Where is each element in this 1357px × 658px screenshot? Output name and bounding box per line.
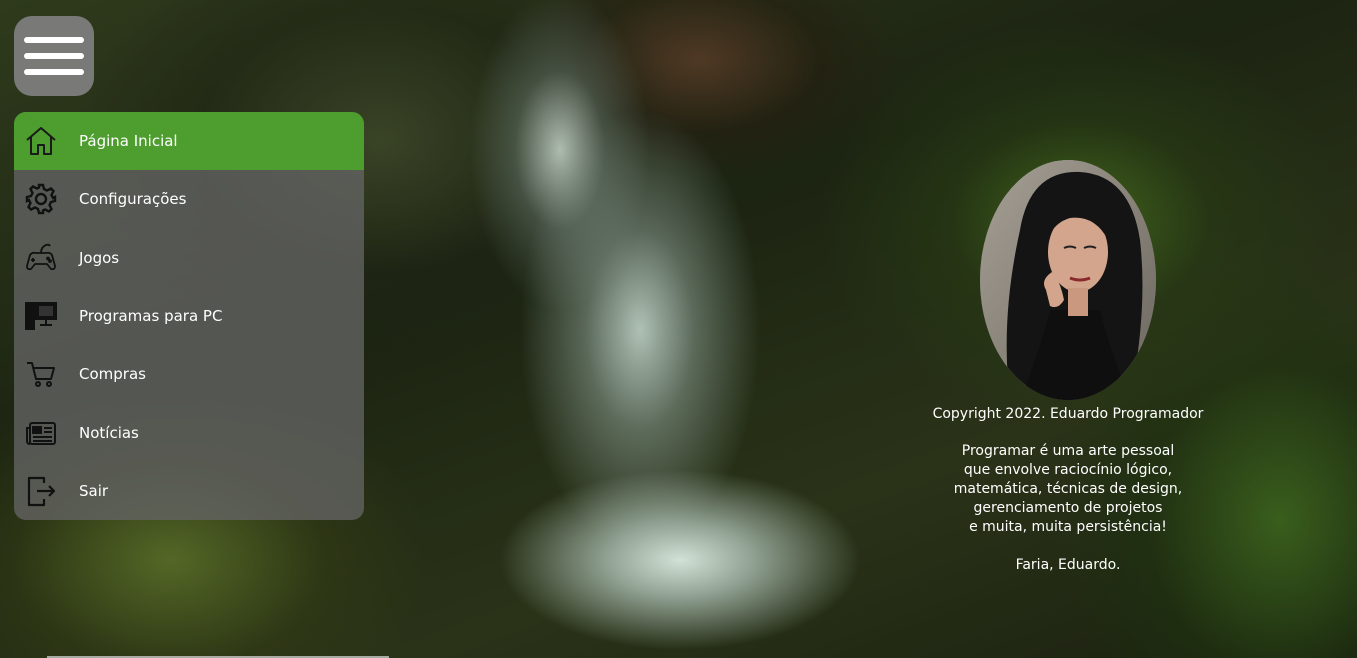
menu-item-label: Notícias — [79, 423, 139, 442]
menu-item-jogos[interactable]: Jogos — [14, 229, 364, 287]
shopping-cart-icon — [24, 357, 58, 391]
quote-line: matemática, técnicas de design, — [953, 481, 1183, 497]
menu-item-configuracoes[interactable]: Configurações — [14, 170, 364, 228]
menu-item-compras[interactable]: Compras — [14, 345, 364, 403]
menu-item-label: Sair — [79, 481, 109, 500]
home-icon — [24, 124, 58, 158]
menu-item-noticias[interactable]: Notícias — [14, 403, 364, 461]
gear-icon — [24, 182, 58, 216]
logout-icon — [24, 474, 58, 508]
hamburger-bar — [24, 37, 84, 43]
quote-line: gerenciamento de projetos — [973, 500, 1163, 516]
quote-line: e muita, muita persistência! — [969, 519, 1167, 535]
quote-line: que envolve raciocínio lógico, — [963, 462, 1173, 478]
desktop-computer-icon — [24, 299, 58, 333]
newspaper-icon — [24, 416, 58, 450]
menu-item-label: Compras — [79, 365, 146, 384]
menu-item-pagina-inicial[interactable]: Página Inicial — [14, 112, 364, 171]
quote-line: Programar é uma arte pessoal — [961, 443, 1175, 459]
menu-item-label: Jogos — [79, 248, 120, 267]
menu-item-label: Configurações — [79, 190, 187, 209]
hamburger-bar — [24, 69, 84, 75]
signature-text: Faria, Eduardo. — [1015, 557, 1121, 573]
menu-item-label: Programas para PC — [79, 307, 223, 326]
gamepad-icon — [24, 241, 58, 275]
menu-item-programas-para-pc[interactable]: Programas para PC — [14, 287, 364, 345]
quote-block: Programar é uma arte pessoal que envolve… — [900, 442, 1236, 537]
profile-avatar — [980, 160, 1156, 400]
side-menu: Página Inicial Configurações Jogos Progr… — [14, 112, 364, 520]
menu-item-sair[interactable]: Sair — [14, 462, 364, 520]
hamburger-bar — [24, 53, 84, 59]
copyright-text: Copyright 2022. Eduardo Programador — [932, 406, 1204, 422]
menu-item-label: Página Inicial — [79, 132, 178, 151]
profile-section: Copyright 2022. Eduardo Programador Prog… — [900, 160, 1236, 575]
profile-photo — [980, 160, 1156, 400]
hamburger-menu-button[interactable] — [14, 16, 94, 96]
